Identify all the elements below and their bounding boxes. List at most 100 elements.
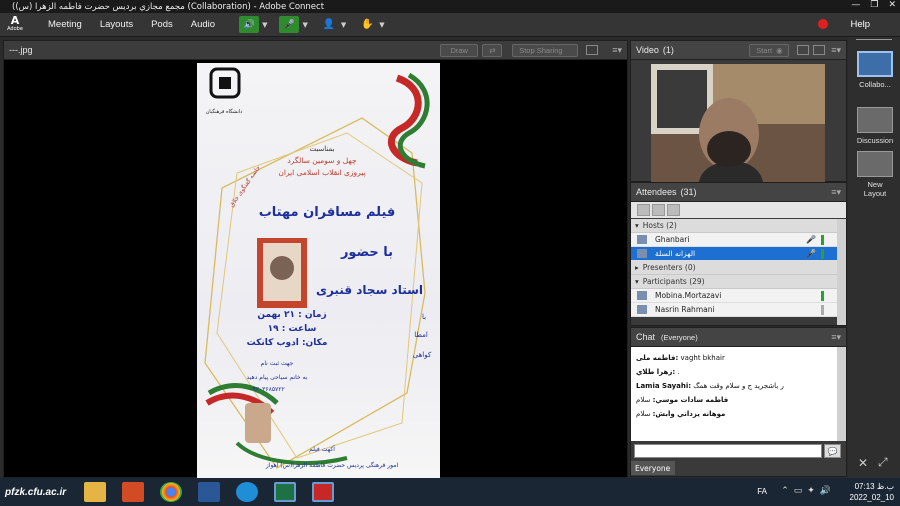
grid-view-icon[interactable] bbox=[797, 45, 810, 55]
microphone-button[interactable]: 🎤 bbox=[279, 16, 300, 33]
menu-pods[interactable]: Pods bbox=[151, 19, 173, 30]
stop-sharing-button[interactable]: Stop Sharing bbox=[512, 43, 579, 57]
chat-pod: Chat (Everyone) ≡▾ فاطمه ملی: vaght bkha… bbox=[630, 327, 847, 477]
breakout-icon[interactable] bbox=[652, 204, 665, 216]
layout-thumbnail bbox=[857, 107, 893, 133]
webcam-button[interactable]: 👤 bbox=[320, 16, 338, 33]
poster-hour: ساعت : ۱۹ bbox=[267, 324, 317, 334]
system-clock[interactable]: 07:13 ب.ظ 2022_02_10 bbox=[850, 481, 895, 503]
participant-icon bbox=[637, 305, 647, 314]
layout-discussion[interactable]: Discussion bbox=[856, 107, 894, 145]
raise-hand-button[interactable]: ✋ bbox=[358, 16, 376, 33]
chat-pod-header: Chat (Everyone) ≡▾ bbox=[631, 328, 846, 347]
input-language[interactable]: FA bbox=[757, 487, 767, 496]
attendees-pod-header: Attendees (31) ≡▾ bbox=[631, 183, 846, 202]
participants-group[interactable]: ▾ Participants (29) bbox=[631, 275, 838, 289]
chat-tab-everyone[interactable]: Everyone bbox=[631, 461, 675, 475]
microphone-menu-caret[interactable]: ▼ bbox=[302, 21, 307, 29]
chat-scrollbar[interactable] bbox=[837, 347, 846, 441]
site-watermark: pfzk.cfu.ac.ir bbox=[5, 486, 67, 498]
audio-level-bar bbox=[821, 249, 824, 259]
attendee-row[interactable]: Nasrin Rahmani bbox=[631, 303, 838, 317]
list-view-icon[interactable] bbox=[637, 204, 650, 216]
layout-new[interactable]: New Layout bbox=[856, 151, 894, 198]
share-pod: ---.jpg Draw ⇄ Stop Sharing ≡▾ دانشگاه ف… bbox=[3, 40, 628, 478]
minimize-button[interactable]: — bbox=[851, 0, 860, 10]
attendee-row[interactable]: Ghanbari 🎤 bbox=[631, 233, 838, 247]
send-message-button[interactable]: 💬 bbox=[824, 444, 841, 458]
excel-icon[interactable] bbox=[274, 482, 297, 502]
speaker-icon: 🔊 bbox=[243, 19, 255, 30]
close-layouts-icon[interactable]: ✕ bbox=[858, 456, 868, 470]
pod-menu-icon[interactable]: ≡▾ bbox=[831, 332, 841, 343]
poster-decoration bbox=[204, 72, 430, 469]
chrome-icon[interactable] bbox=[160, 482, 183, 502]
adobe-connect-icon[interactable] bbox=[312, 482, 335, 502]
pod-menu-icon[interactable]: ≡▾ bbox=[831, 45, 841, 56]
menu-meeting[interactable]: Meeting bbox=[48, 19, 82, 30]
status-menu-caret[interactable]: ▼ bbox=[379, 21, 384, 29]
share-pod-title: ---.jpg bbox=[9, 45, 33, 55]
video-pod-title: Video bbox=[636, 45, 659, 55]
audio-level-bar bbox=[821, 305, 824, 315]
attendee-list: ▾ Hosts (2) Ghanbari 🎤 الهزانه السلة 🎤 ▸ Pre… bbox=[631, 219, 838, 317]
chat-message: Lamia Sayahi: ر باشجرید ج و سلام وقت همگ bbox=[636, 382, 784, 390]
windows-taskbar: pfzk.cfu.ac.ir FA ⌃▭✦🔊 07:13 ب.ظ 2022_02… bbox=[0, 478, 900, 506]
recording-indicator[interactable] bbox=[818, 19, 828, 29]
window-titlebar: (مجمع مجازي برديس حضرت فاطمه الزهرا (س) … bbox=[0, 0, 900, 13]
poster-occasion-3: پیروزی انقلاب اسلامی ایران bbox=[278, 168, 366, 177]
webcam-person-image bbox=[651, 64, 825, 182]
host-icon bbox=[637, 235, 647, 244]
chat-message: زهرا طلاي: . bbox=[636, 368, 680, 376]
chat-scope: (Everyone) bbox=[661, 332, 698, 342]
poster-place: مکان: ادوب کانکت bbox=[246, 338, 328, 348]
media-player-icon[interactable] bbox=[122, 482, 145, 502]
attendees-scrollbar[interactable] bbox=[837, 219, 846, 325]
attendee-row-selected[interactable]: الهزانه السلة 🎤 bbox=[631, 247, 838, 261]
pod-menu-icon[interactable]: ≡▾ bbox=[831, 187, 841, 198]
menu-layouts[interactable]: Layouts bbox=[100, 19, 133, 30]
audio-level-bar bbox=[821, 235, 824, 245]
adobe-logo: A Adobe bbox=[7, 13, 23, 32]
person-icon: 👤 bbox=[322, 19, 336, 30]
help-menu[interactable]: Help bbox=[850, 19, 870, 30]
file-explorer-icon[interactable] bbox=[84, 482, 107, 502]
draw-button[interactable]: Draw bbox=[440, 43, 479, 57]
menubar: A Adobe Meeting Layouts Pods Audio 🔊 ▼ 🎤… bbox=[0, 13, 900, 37]
layouts-bar-handle[interactable] bbox=[856, 39, 892, 43]
status-view-icon[interactable] bbox=[667, 204, 680, 216]
microphone-icon: 🎤 bbox=[806, 235, 816, 244]
fit-width-icon[interactable] bbox=[586, 45, 599, 55]
poster-film-title: فیلم مسافران مهتاب bbox=[258, 205, 396, 220]
poster-footer-1: آکهت فیلم bbox=[309, 446, 335, 453]
fullscreen-icon[interactable] bbox=[813, 45, 826, 55]
edge-icon[interactable] bbox=[236, 482, 259, 502]
tray-icons[interactable]: ⌃▭✦🔊 bbox=[781, 486, 836, 496]
speaker-button[interactable]: 🔊 bbox=[239, 16, 260, 33]
poster-director: استاد سجاد قنبری bbox=[315, 283, 424, 297]
presenters-group[interactable]: ▸ Presenters (0) bbox=[631, 261, 838, 275]
maximize-button[interactable]: ❐ bbox=[870, 0, 878, 10]
hosts-group[interactable]: ▾ Hosts (2) bbox=[631, 219, 838, 233]
shared-poster-image: دانشگاه فرهنگیان بمناسبت چهل و سومین سال… bbox=[197, 63, 440, 478]
poster-date: زمان : ۲۱ بهمن bbox=[257, 310, 327, 320]
expand-layouts-icon[interactable]: ⤢ bbox=[878, 455, 888, 470]
webcam-video-feed[interactable] bbox=[651, 64, 825, 182]
attendee-row[interactable]: Mobina.Mortazavi bbox=[631, 289, 838, 303]
start-webcam-button[interactable]: Start ◉ bbox=[749, 43, 790, 57]
webcam-menu-caret[interactable]: ▼ bbox=[341, 21, 346, 29]
speaker-menu-caret[interactable]: ▼ bbox=[262, 21, 267, 29]
chat-message-input[interactable] bbox=[634, 444, 822, 458]
pod-menu-icon[interactable]: ≡▾ bbox=[612, 45, 622, 56]
close-button[interactable]: ✕ bbox=[888, 0, 896, 10]
poster-side-2: امطا bbox=[414, 331, 428, 339]
poster-university: دانشگاه فرهنگیان bbox=[205, 109, 243, 115]
video-pod: Video (1) Start ◉ ≡▾ bbox=[630, 40, 847, 182]
poster-footer-2: امور فرهنگی پردیس حضرت فاطمه الزهرا(س) ا… bbox=[265, 462, 399, 469]
attendees-count: (31) bbox=[680, 187, 697, 197]
sync-button[interactable]: ⇄ bbox=[482, 43, 503, 57]
menu-audio[interactable]: Audio bbox=[191, 19, 215, 30]
layout-collaboration[interactable]: Collabo... bbox=[856, 51, 894, 89]
word-icon[interactable] bbox=[198, 482, 221, 502]
university-logo-icon bbox=[209, 67, 241, 99]
